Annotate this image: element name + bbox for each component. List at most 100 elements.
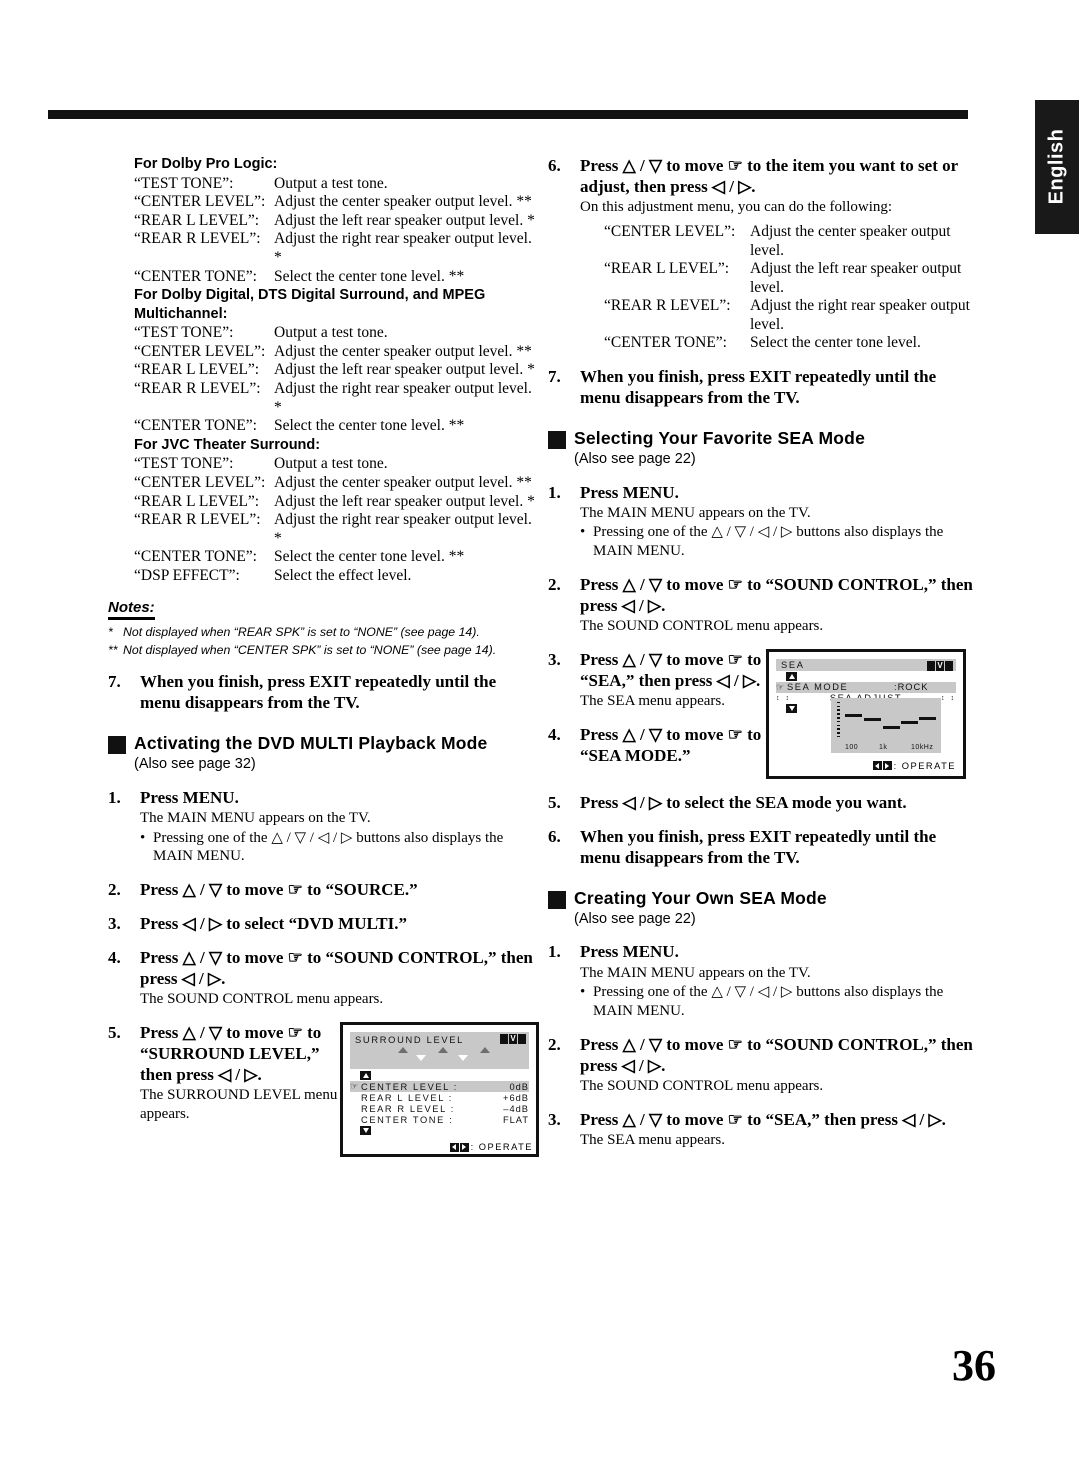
osd-row-value: –4dB xyxy=(503,1103,529,1114)
definition-row: “TEST TONE”: Output a test tone. xyxy=(134,175,540,194)
definition-desc: Adjust the center speaker output level. xyxy=(750,222,951,259)
definition-term: “REAR R LEVEL”: xyxy=(604,297,731,315)
step-number: 6. xyxy=(548,826,561,846)
equalizer-band-bar xyxy=(845,713,862,717)
step-subtext: The SEA menu appears. xyxy=(580,1131,725,1148)
step-subtext: On this adjustment menu, you can do the … xyxy=(580,199,893,216)
step-1: 1. Press MENU. The MAIN MENU appears on … xyxy=(108,787,540,866)
step-subtext: The MAIN MENU appears on the TV. xyxy=(580,964,811,981)
definition-row: “CENTER TONE”: Select the center tone lev… xyxy=(134,548,540,567)
step-2: 2. Press △ / ▽ to move ☞ to “SOUND CONTR… xyxy=(548,1034,976,1096)
square-bullet-icon xyxy=(548,891,566,910)
sea-steps-with-figure: 3. Press △ / ▽ to move ☞ to “SEA,” then … xyxy=(548,648,976,779)
step-subtext: The MAIN MENU appears on the TV. xyxy=(580,504,811,521)
step-3: 3. Press △ / ▽ to move ☞ to “SEA,” then … xyxy=(548,1109,976,1150)
definition-row: “CENTER TONE”: Select the center tone lev… xyxy=(134,417,540,436)
definition-term: “REAR L LEVEL”: xyxy=(604,260,730,278)
section-heading-creating-sea: Creating Your Own SEA Mode xyxy=(548,888,976,910)
definition-row: “REAR L LEVEL”: Adjust the left rear spea… xyxy=(134,493,540,512)
definition-desc: Adjust the center speaker output level. … xyxy=(274,193,532,211)
left-right-buttons-icon xyxy=(449,1142,469,1152)
step-5: 5. Press △ / ▽ to move ☞ to “SURROUND LE… xyxy=(108,1022,540,1158)
definition-desc: Adjust the left rear speaker output leve… xyxy=(274,361,535,379)
definition-term: “DSP EFFECT”: xyxy=(134,566,240,584)
step-title: Press △ / ▽ to move ☞ to “SOUND CONTROL,… xyxy=(580,574,973,616)
square-bullet-icon xyxy=(548,431,566,450)
jvc-logo-icon: JVC xyxy=(927,660,953,671)
group-heading-dolby-digital: For Dolby Digital, DTS Digital Surround,… xyxy=(134,287,486,322)
step-1: 1. Press MENU. The MAIN MENU appears on … xyxy=(548,482,976,561)
osd-menu-row[interactable]: ☞ CENTER LEVEL : 0dB xyxy=(350,1081,529,1093)
osd-row-label: REAR L LEVEL : xyxy=(361,1092,453,1103)
definition-row: “REAR R LEVEL”: Adjust the right rear spe… xyxy=(134,230,540,267)
equalizer-level-scale-icon xyxy=(837,701,840,742)
step-subtext: The SURROUND LEVEL menu appears. xyxy=(140,1087,338,1123)
step-number: 1. xyxy=(548,482,561,502)
osd-operate-label: : OPERATE xyxy=(893,760,956,771)
definition-term: “REAR R LEVEL”: xyxy=(134,230,261,248)
figure-surround-level-osd: SURROUND LEVEL JVC ☞ CENTER LEVEL: 0dB … xyxy=(340,1022,539,1158)
step-5: 5. Press ◁ / ▷ to select the SEA mode yo… xyxy=(548,792,976,813)
step-number: 3. xyxy=(548,649,561,669)
step-subtext: The SOUND CONTROL menu appears. xyxy=(140,991,384,1008)
language-tab-label: English xyxy=(1045,128,1068,205)
group-heading-jvc-theater: For JVC Theater Surround: xyxy=(134,436,321,453)
definition-desc: Adjust the right rear speaker output lev… xyxy=(274,379,532,416)
step-number: 3. xyxy=(548,1109,561,1129)
manual-page: English For Dolby Pro Logic: “TEST TONE”… xyxy=(0,0,1080,1483)
step-title: Press △ / ▽ to move ☞ to “SOUND CONTROL,… xyxy=(580,1034,973,1075)
jvc-logo-icon: JVC xyxy=(500,1034,526,1045)
step-2: 2. Press △ / ▽ to move ☞ to “SOUND CONTR… xyxy=(548,574,976,636)
step-title: Press △ / ▽ to move ☞ to “SOURCE.” xyxy=(140,880,418,900)
step-title: Press △ / ▽ to move ☞ to “SURROUND LEVEL… xyxy=(140,1023,322,1085)
section-title: Selecting Your Favorite SEA Mode xyxy=(574,428,865,449)
step-number: 1. xyxy=(548,942,561,962)
osd-row-value: :ROCK xyxy=(894,682,929,693)
osd-menu-row[interactable]: REAR L LEVEL : +6dB xyxy=(350,1092,529,1103)
definition-term: “REAR R LEVEL”: xyxy=(134,511,261,529)
bullet-dot-icon: • xyxy=(580,984,586,1001)
definition-desc: Adjust the left rear speaker output leve… xyxy=(274,211,535,229)
step-title: When you finish, press EXIT repeatedly u… xyxy=(140,672,497,713)
left-right-buttons-icon xyxy=(872,761,892,771)
step-3: 3. Press ◁ / ▷ to select “DVD MULTI.” xyxy=(108,913,540,934)
step-title: When you finish, press EXIT repeatedly u… xyxy=(580,826,937,867)
step-number: 6. xyxy=(548,156,561,175)
note-mark: ** xyxy=(108,642,118,657)
right-column: 6. Press △ / ▽ to move ☞ to the item you… xyxy=(548,155,976,1150)
step-subtext: The SEA menu appears. xyxy=(580,693,725,709)
definition-row: “REAR L LEVEL”: Adjust the left rear spea… xyxy=(134,212,540,231)
group-heading-dolby-pro-logic: For Dolby Pro Logic: xyxy=(134,156,278,172)
step-title: Press MENU. xyxy=(580,482,679,502)
step-subtext: The SOUND CONTROL menu appears. xyxy=(580,618,824,635)
definition-desc: Select the center tone level. ** xyxy=(274,267,465,285)
equalizer-axis-label: 100 xyxy=(845,743,859,751)
osd-menu-row[interactable]: REAR R LEVEL : –4dB xyxy=(350,1103,529,1114)
definition-row: “CENTER TONE”: Select the center tone lev… xyxy=(134,268,540,287)
definition-desc: Select the center tone level. ** xyxy=(274,417,465,435)
osd-row-value: +6dB xyxy=(503,1092,529,1103)
step-7: 7. When you finish, press EXIT repeatedl… xyxy=(548,366,976,408)
step-title: Press ◁ / ▷ to select the SEA mode you w… xyxy=(580,792,907,812)
definition-desc: Adjust the right rear speaker output lev… xyxy=(750,297,970,333)
definition-term: “REAR L LEVEL”: xyxy=(134,361,260,379)
definition-desc: Adjust the right rear speaker output lev… xyxy=(274,511,532,547)
definition-term: “CENTER TONE”: xyxy=(134,417,257,435)
step-title: Press MENU. xyxy=(580,942,679,962)
step-bullet: • Pressing one of the △ / ▽ / ◁ / ▷ butt… xyxy=(580,983,976,1021)
osd-menu-row[interactable]: CENTER TONE : FLAT xyxy=(350,1114,529,1125)
osd-row-label: CENTER TONE : xyxy=(361,1114,454,1125)
section-subtitle: (Also see page 22) xyxy=(574,451,696,468)
step-number: 2. xyxy=(548,1034,561,1054)
definition-term: “CENTER LEVEL”: xyxy=(134,473,266,491)
step-6: 6. When you finish, press EXIT repeatedl… xyxy=(548,826,976,868)
section-title: Activating the DVD MULTI Playback Mode xyxy=(134,733,488,754)
definition-desc: Select the effect level. xyxy=(274,566,412,584)
equalizer-band-bar xyxy=(864,717,881,721)
step-title: Press △ / ▽ to move ☞ to the item you wa… xyxy=(580,156,958,197)
step-bullet-text: Pressing one of the △ / ▽ / ◁ / ▷ button… xyxy=(153,829,504,865)
definition-desc: Output a test tone. xyxy=(274,455,388,473)
section-heading-favorite-sea: Selecting Your Favorite SEA Mode xyxy=(548,428,976,450)
osd-menu-row-sea-mode[interactable]: ☞ SEA MODE :ROCK xyxy=(776,681,956,693)
bullet-dot-icon: • xyxy=(140,829,146,846)
